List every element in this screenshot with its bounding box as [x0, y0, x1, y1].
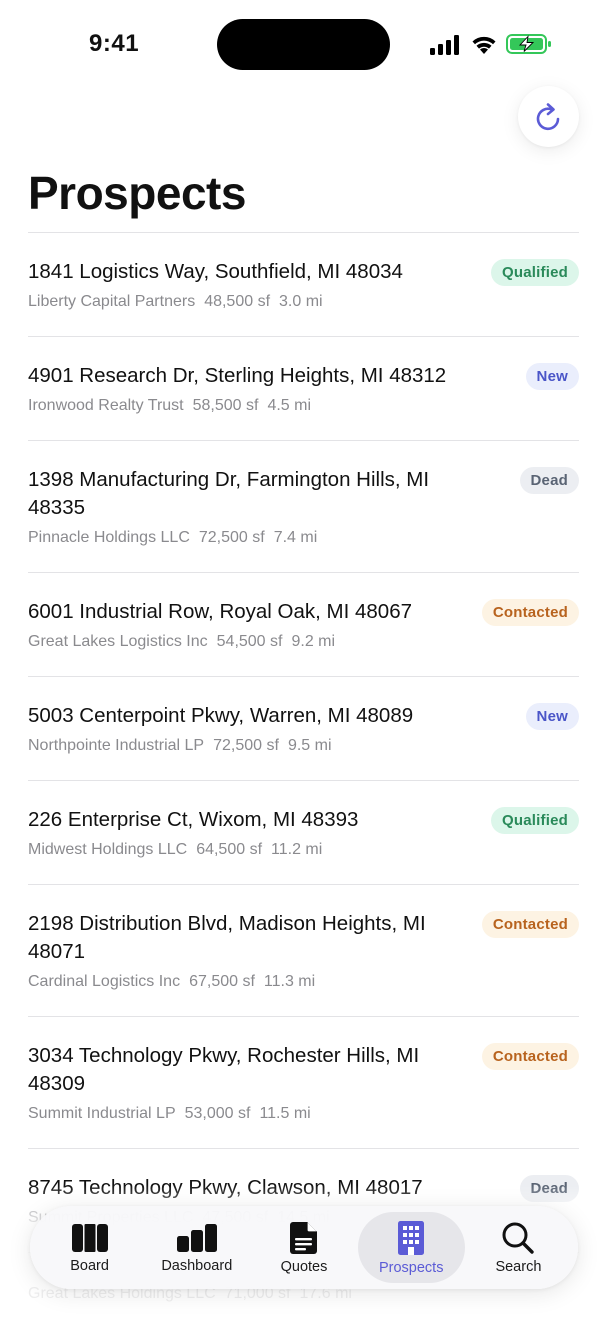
prospect-address: 1841 Logistics Way, Southfield, MI 48034: [28, 260, 403, 283]
status-badge: Contacted: [481, 911, 579, 938]
prospect-meta: Great Lakes Logistics Inc 54,500 sf 9.2 mi: [28, 632, 579, 652]
prospect-meta: Cardinal Logistics Inc 67,500 sf 11.3 mi: [28, 972, 579, 992]
building-icon: [398, 1220, 425, 1255]
tab-dashboard-label: Dashboard: [161, 1257, 233, 1274]
prospect-owner: Pinnacle Holdings LLC: [28, 529, 190, 546]
status-badge: Dead: [519, 467, 579, 494]
prospect-row[interactable]: 226 Enterprise Ct, Wixom, MI 48393 Midwe…: [28, 780, 579, 884]
prospect-size: 67,500 sf: [189, 973, 255, 990]
tab-prospects-label: Prospects: [378, 1259, 444, 1276]
status-bar: 9:41: [0, 0, 607, 90]
prospect-distance: 11.2 mi: [271, 841, 323, 858]
prospect-owner: Ironwood Realty Trust: [28, 397, 184, 414]
status-time: 9:41: [89, 30, 140, 57]
status-badge: Contacted: [481, 599, 579, 626]
prospect-size: 54,500 sf: [216, 633, 283, 650]
page-title: Prospects: [28, 167, 246, 219]
prospect-distance: 11.5 mi: [259, 1105, 311, 1122]
prospect-meta: Midwest Holdings LLC 64,500 sf 11.2 mi: [28, 840, 579, 860]
tab-bar: Board Dashboard Quotes Prospects Search: [30, 1206, 578, 1289]
prospect-meta: Northpointe Industrial LP 72,500 sf 9.5 mi: [28, 736, 579, 756]
prospect-address: 1398 Manufacturing Dr, Farmington Hills,…: [28, 468, 430, 519]
prospect-owner: Great Lakes Logistics Inc: [28, 633, 208, 650]
prospect-row[interactable]: 1841 Logistics Way, Southfield, MI 48034…: [28, 232, 579, 336]
prospect-meta: Ironwood Realty Trust 58,500 sf 4.5 mi: [28, 396, 579, 416]
document-icon: [290, 1221, 317, 1254]
prospect-address: 226 Enterprise Ct, Wixom, MI 48393: [28, 808, 359, 831]
prospect-size: 64,500 sf: [196, 841, 263, 858]
status-badge: New: [525, 703, 579, 730]
prospect-distance: 9.2 mi: [291, 633, 336, 650]
status-badge: Contacted: [481, 1043, 579, 1070]
prospect-distance: 3.0 mi: [279, 293, 323, 310]
prospect-distance: 4.5 mi: [267, 397, 312, 414]
prospect-owner: Summit Industrial LP: [28, 1105, 176, 1122]
prospect-size: 53,000 sf: [184, 1105, 251, 1122]
board-icon: [71, 1223, 108, 1252]
refresh-button[interactable]: [518, 86, 579, 147]
prospect-row[interactable]: 6001 Industrial Row, Royal Oak, MI 48067…: [28, 572, 579, 676]
prospect-address: 3034 Technology Pkwy, Rochester Hills, M…: [28, 1044, 420, 1095]
prospect-distance: 11.3 mi: [263, 973, 316, 990]
prospect-owner: Midwest Holdings LLC: [28, 841, 188, 858]
prospect-row[interactable]: 5003 Centerpoint Pkwy, Warren, MI 48089 …: [28, 676, 579, 780]
tab-search-label: Search: [495, 1258, 542, 1275]
prospect-address: 5003 Centerpoint Pkwy, Warren, MI 48089: [28, 704, 414, 727]
prospect-address: 2198 Distribution Blvd, Madison Heights,…: [28, 912, 426, 963]
dynamic-island: [217, 19, 390, 70]
tab-quotes-label: Quotes: [280, 1258, 328, 1275]
prospect-row[interactable]: 4901 Research Dr, Sterling Heights, MI 4…: [28, 336, 579, 440]
prospect-size: 58,500 sf: [192, 397, 259, 414]
prospect-owner: Cardinal Logistics Inc: [28, 973, 181, 990]
prospect-row[interactable]: 3034 Technology Pkwy, Rochester Hills, M…: [28, 1016, 579, 1148]
tab-board-label: Board: [70, 1257, 109, 1274]
prospect-address: 6001 Industrial Row, Royal Oak, MI 48067: [28, 600, 413, 623]
tab-dashboard[interactable]: Dashboard: [143, 1212, 250, 1283]
cellular-signal-icon: [430, 35, 459, 55]
prospect-size: 72,500 sf: [213, 737, 279, 754]
prospect-distance: 7.4 mi: [273, 529, 318, 546]
wifi-icon: [472, 36, 496, 54]
prospect-owner: Liberty Capital Partners: [28, 293, 196, 310]
tab-search[interactable]: Search: [465, 1212, 572, 1283]
status-badge: New: [525, 363, 579, 390]
tab-board[interactable]: Board: [36, 1212, 143, 1283]
refresh-icon: [536, 102, 559, 130]
prospect-list: 1841 Logistics Way, Southfield, MI 48034…: [28, 232, 579, 1320]
prospect-meta: Liberty Capital Partners 48,500 sf 3.0 mi: [28, 292, 579, 312]
prospect-size: 72,500 sf: [198, 529, 265, 546]
prospect-row[interactable]: 2198 Distribution Blvd, Madison Heights,…: [28, 884, 579, 1016]
status-badge: Qualified: [491, 259, 579, 286]
battery-charging-icon: [506, 34, 551, 54]
prospect-owner: Northpointe Industrial LP: [28, 737, 205, 754]
tab-prospects[interactable]: Prospects: [357, 1212, 465, 1283]
tab-quotes[interactable]: Quotes: [250, 1212, 357, 1283]
prospect-meta: Pinnacle Holdings LLC 72,500 sf 7.4 mi: [28, 528, 579, 548]
prospect-row[interactable]: 1398 Manufacturing Dr, Farmington Hills,…: [28, 440, 579, 572]
status-badge: Qualified: [491, 807, 579, 834]
prospect-size: 48,500 sf: [204, 293, 271, 310]
prospect-meta: Summit Industrial LP 53,000 sf 11.5 mi: [28, 1104, 579, 1124]
chart-bar-icon: [176, 1223, 217, 1252]
search-icon: [502, 1222, 535, 1254]
prospect-distance: 9.5 mi: [287, 737, 332, 754]
prospect-address: 4901 Research Dr, Sterling Heights, MI 4…: [28, 364, 447, 387]
